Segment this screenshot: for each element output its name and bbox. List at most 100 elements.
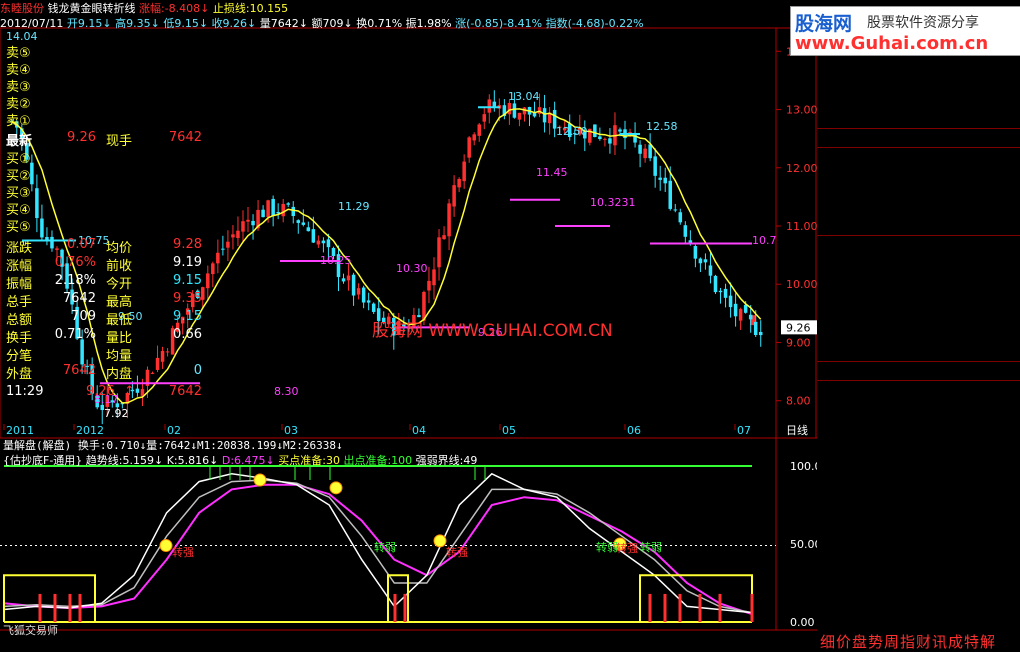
tick-row[interactable]: 11:29 9.26 ↑ 7642 bbox=[6, 384, 202, 401]
candle-body bbox=[668, 180, 673, 209]
candle-body bbox=[346, 275, 351, 281]
candle-body bbox=[306, 227, 311, 232]
quote-label: 今开 bbox=[106, 277, 133, 292]
buy-level-2[interactable]: 买② bbox=[6, 165, 31, 184]
indicator-y-tick: 50.00 bbox=[790, 538, 817, 551]
candle-body bbox=[507, 103, 512, 115]
candle-body bbox=[326, 239, 331, 248]
tick-up-arrow-icon: ↑ bbox=[124, 384, 135, 399]
candle-body bbox=[376, 308, 381, 321]
index-value: 指数(-4.68)-0.22% bbox=[545, 17, 644, 30]
candle-body bbox=[246, 219, 250, 222]
candle-body bbox=[281, 203, 285, 217]
sell-level-4[interactable]: 卖② bbox=[6, 93, 31, 112]
candle-body bbox=[231, 234, 235, 238]
ohlc-info-line: 2012/07/11 开9.15↓ 高9.35↓ 低9.15↓ 收9.26↓ 量… bbox=[0, 15, 644, 30]
strong-weak-value: 强弱界线:49 bbox=[415, 454, 478, 467]
buy-level-3[interactable]: 买③ bbox=[6, 182, 31, 201]
candle-body bbox=[437, 237, 441, 268]
candle-body bbox=[598, 136, 602, 140]
candle-body bbox=[618, 129, 622, 132]
candle-body bbox=[457, 178, 461, 188]
low-value: 低9.15↓ bbox=[163, 17, 209, 30]
logo-url: www.Guhai.com.cn bbox=[795, 33, 989, 54]
candle-body bbox=[643, 148, 647, 159]
price-annotation: 10.25 bbox=[320, 254, 352, 267]
candle-body bbox=[738, 309, 743, 321]
tab-strip[interactable]: 细价盘势周指财讯成特解 bbox=[820, 633, 996, 651]
stop-loss-value: 止损线:10.155 bbox=[212, 2, 289, 15]
smiley-icon bbox=[159, 539, 173, 553]
candle-body bbox=[482, 114, 487, 122]
candle-body bbox=[638, 144, 642, 154]
candle-body bbox=[442, 235, 446, 240]
quote-row: 总手 7642 最高 9.35 bbox=[6, 291, 202, 310]
quote-value: 2.18% bbox=[54, 273, 96, 288]
quote-value: 0.66 bbox=[173, 327, 202, 342]
buy-level-1[interactable]: 买① bbox=[6, 148, 31, 167]
hand-value: 7642 bbox=[168, 130, 202, 145]
buy-level-4[interactable]: 买④ bbox=[6, 199, 31, 218]
candle-body bbox=[251, 220, 255, 226]
sell-level-1[interactable]: 卖⑤ bbox=[6, 42, 31, 61]
price-annotation: 11.29 bbox=[338, 200, 370, 213]
latest-row: 最新 9.26 现手 7642 bbox=[6, 130, 202, 149]
candle-body bbox=[542, 108, 547, 123]
sell-level-5[interactable]: 卖① bbox=[6, 110, 31, 129]
x-tick-label: 06 bbox=[627, 424, 641, 437]
indicator-lines: 转强 转弱 转强 转弱转强 转弱 bbox=[3, 466, 754, 623]
x-tick-label: 03 bbox=[284, 424, 298, 437]
quote-value: 0.76% bbox=[54, 255, 96, 270]
inner-label: 内盘 bbox=[106, 367, 133, 382]
indicator-name[interactable]: {估抄底F-通用} bbox=[3, 454, 82, 467]
candle-body bbox=[517, 112, 522, 120]
latest-value: 9.26 bbox=[67, 130, 96, 145]
formula-name[interactable]: 钱龙黄金眼转折线 bbox=[48, 2, 136, 15]
y-tick-label: 11.00 bbox=[786, 220, 817, 233]
stock-name[interactable]: 东睦股份 bbox=[0, 2, 44, 15]
quote-label: 总手 bbox=[6, 295, 33, 310]
candle-body bbox=[366, 300, 371, 303]
candle-body bbox=[316, 240, 321, 245]
quote-label: 分笔 bbox=[6, 349, 33, 364]
chart-title-bar: 东睦股份 钱龙黄金眼转折线 涨幅:-8.408↓ 止损线:10.155 bbox=[0, 0, 289, 15]
open-value: 开9.15↓ bbox=[66, 17, 112, 30]
candle-body bbox=[678, 212, 683, 223]
quote-panel bbox=[817, 0, 1020, 651]
price-y-axis: 14.0013.0012.0011.0010.009.008.009.26 bbox=[750, 45, 817, 408]
tick-volume: 7642 bbox=[168, 384, 202, 399]
candle-body bbox=[743, 304, 748, 313]
candle-body bbox=[301, 222, 306, 225]
quote-value: 9.35 bbox=[173, 291, 202, 306]
buy-level-5[interactable]: 买⑤ bbox=[6, 216, 31, 235]
quote-row: 分笔 均量 bbox=[6, 345, 202, 364]
price-annotation: 12.58 bbox=[646, 120, 678, 133]
sell-level-2[interactable]: 卖④ bbox=[6, 59, 31, 78]
candle-body bbox=[261, 209, 265, 218]
candle-body bbox=[321, 240, 326, 244]
quote-value: 7642 bbox=[62, 291, 96, 306]
quote-value: 9.15 bbox=[173, 273, 202, 288]
quote-value: 9.15 bbox=[173, 309, 202, 324]
quote-label: 均价 bbox=[106, 241, 133, 256]
bottom-tab-bar[interactable]: 细价盘势周指财讯成特解 bbox=[820, 631, 996, 652]
candle-body bbox=[296, 220, 301, 223]
sell-level-3[interactable]: 卖③ bbox=[6, 76, 31, 95]
indicator-volume-line: 量解盘(解盘) 换手:0.710↓量:7642↓M1:20838.199↓M2:… bbox=[3, 437, 343, 453]
volume-value: 量7642↓ bbox=[259, 17, 308, 30]
candle-body bbox=[733, 303, 738, 317]
candle-body bbox=[427, 280, 431, 291]
guhai-logo: 股海网 股票软件资源分享 www.Guhai.com.cn bbox=[790, 6, 1020, 56]
candle-body bbox=[452, 185, 456, 207]
divider bbox=[817, 128, 1020, 129]
signal-label: 转弱 bbox=[374, 540, 396, 554]
divider bbox=[817, 235, 1020, 236]
quote-value: 709 bbox=[71, 309, 96, 324]
candle-body bbox=[472, 134, 476, 141]
candle-body bbox=[718, 290, 723, 293]
candle-body bbox=[728, 295, 733, 308]
candle-body bbox=[236, 230, 240, 239]
watermark-text: 股海网 WWW.GUHAI.COM.CN bbox=[372, 321, 613, 341]
outer-value: 7642 bbox=[62, 363, 96, 378]
y-tick-label: 13.00 bbox=[786, 104, 817, 117]
